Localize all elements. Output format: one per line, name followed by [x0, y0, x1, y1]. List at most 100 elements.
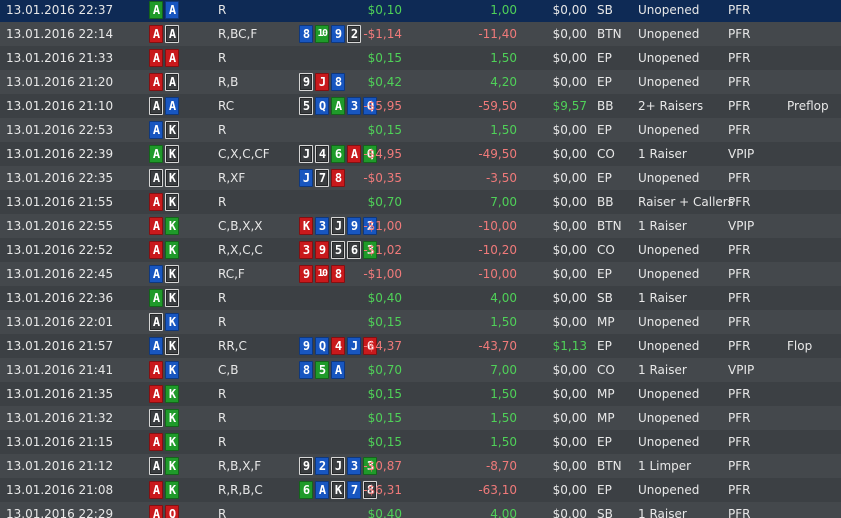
net-won: -$0,35 [363, 171, 402, 185]
card: A [165, 49, 179, 67]
allin-ev: $0,00 [552, 315, 587, 329]
position: EP [597, 435, 612, 449]
card: 3 [315, 217, 329, 235]
net-won: -$1,14 [363, 27, 402, 41]
net-bb: -3,50 [485, 171, 517, 185]
table-row[interactable]: 13.01.2016 22:35 A K R,XF J 7 8 -$0,35 -3,50 $0,0… [0, 166, 841, 190]
table-row[interactable]: 13.01.2016 22:53 A K R $0,15 1,50 $0,00 EP Unope… [0, 118, 841, 142]
hand-date: 13.01.2016 22:14 [6, 27, 114, 41]
hole-cards: AK [149, 385, 181, 403]
net-won: -$1,00 [363, 219, 402, 233]
table-row[interactable]: 13.01.2016 22:39 A K C,X,C,CF J 4 6 A Q -$4,95 -49… [0, 142, 841, 166]
pf-type: PFR [728, 123, 751, 137]
hole-cards: AA [149, 73, 181, 91]
allin-ev: $0,00 [552, 3, 587, 17]
hand-date: 13.01.2016 21:41 [6, 363, 114, 377]
hole-cards: AK [149, 169, 181, 187]
table-row[interactable]: 13.01.2016 22:37 A A R $0,10 1,00 $0,00 SB Unope… [0, 0, 841, 22]
table-row[interactable]: 13.01.2016 21:35 A K R $0,15 1,50 $0,00 MP Unope… [0, 382, 841, 406]
pf-type: PFR [728, 459, 751, 473]
hand-date: 13.01.2016 21:20 [6, 75, 114, 89]
table-row[interactable]: 13.01.2016 22:14 A A R,BC,F 8 10 9 2 -$1,14 -11,4… [0, 22, 841, 46]
table-row[interactable]: 13.01.2016 21:10 A A RC 5 Q A 3 Q -$5,95 -59,50 $9,… [0, 94, 841, 118]
card: A [149, 241, 163, 259]
hole-cards: AK [149, 145, 181, 163]
card: 6 [299, 481, 313, 499]
position: EP [597, 483, 612, 497]
pf-type: VPIP [728, 147, 755, 161]
allin-ev: $0,00 [552, 507, 587, 518]
position: BTN [597, 219, 622, 233]
pf-type: PFR [728, 51, 751, 65]
card: A [149, 25, 163, 43]
net-bb: 1,50 [490, 123, 517, 137]
pf-type: PFR [728, 195, 751, 209]
table-row[interactable]: 13.01.2016 22:01 A K R $0,15 1,50 $0,00 MP Unope… [0, 310, 841, 334]
table-row[interactable]: 13.01.2016 21:32 A K R $0,15 1,50 $0,00 MP Unope… [0, 406, 841, 430]
table-row[interactable]: 13.01.2016 21:08 A K R,R,B,C 6 A K 7 8 -$6,31 -63,… [0, 478, 841, 502]
position: MP [597, 315, 615, 329]
table-row[interactable]: 13.01.2016 22:29 A Q R $0,40 4,00 $0,00 SB 1 Rai… [0, 502, 841, 518]
table-row[interactable]: 13.01.2016 21:41 A K C,B 8 5 A $0,70 7,00 $0,00 CO… [0, 358, 841, 382]
card: 4 [331, 337, 345, 355]
card: A [331, 361, 345, 379]
table-row[interactable]: 13.01.2016 21:15 A K R $0,15 1,50 $0,00 EP Unope… [0, 430, 841, 454]
allin-ev: $0,00 [552, 123, 587, 137]
preflop-action: Unopened [638, 243, 700, 257]
net-won: $0,15 [367, 435, 402, 449]
table-row[interactable]: 13.01.2016 22:45 A K RC,F 9 10 8 -$1,00 -10,00 $0… [0, 262, 841, 286]
card: A [149, 433, 163, 451]
net-won: -$1,02 [363, 243, 402, 257]
table-row[interactable]: 13.01.2016 21:57 A K RR,C 9 Q 4 J 6 -$4,37 -43,70 $… [0, 334, 841, 358]
net-won: $0,15 [367, 51, 402, 65]
net-won: -$1,00 [363, 267, 402, 281]
hole-cards: AK [149, 457, 181, 475]
net-won: -$5,95 [363, 99, 402, 113]
action-sequence: R [218, 435, 227, 449]
hole-cards: AK [149, 217, 181, 235]
table-row[interactable]: 13.01.2016 21:20 A A R,B 9 J 8 $0,42 4,20 $0,00 EP… [0, 70, 841, 94]
pf-type: PFR [728, 267, 751, 281]
table-row[interactable]: 13.01.2016 21:55 A K R $0,70 7,00 $0,00 BB Raise… [0, 190, 841, 214]
position: BB [597, 99, 614, 113]
table-row[interactable]: 13.01.2016 21:12 A K R,B,X,F 9 2 J 3 3 -$0,87 -8,7… [0, 454, 841, 478]
card: A [315, 481, 329, 499]
hole-cards: AQ [149, 505, 181, 518]
action-sequence: R [218, 3, 227, 17]
card: K [165, 121, 179, 139]
card: A [149, 409, 163, 427]
table-row[interactable]: 13.01.2016 22:55 A K C,B,X,X K 3 J 9 2 -$1,00 -10,… [0, 214, 841, 238]
net-won: -$0,87 [363, 459, 402, 473]
hole-cards: AK [149, 241, 181, 259]
net-won: $0,40 [367, 507, 402, 518]
card: 10 [315, 25, 329, 43]
hole-cards: AK [149, 121, 181, 139]
card: K [165, 385, 179, 403]
hand-date: 13.01.2016 21:12 [6, 459, 114, 473]
action-sequence: R,B [218, 75, 239, 89]
card: 10 [315, 265, 329, 283]
position: CO [597, 147, 615, 161]
table-row[interactable]: 13.01.2016 22:36 A K R $0,40 4,00 $0,00 SB 1 Rai… [0, 286, 841, 310]
pf-type: PFR [728, 339, 751, 353]
allin-ev: $0,00 [552, 147, 587, 161]
card: K [165, 313, 179, 331]
card: Q [165, 505, 179, 518]
card: K [165, 457, 179, 475]
net-won: $0,15 [367, 123, 402, 137]
position: MP [597, 411, 615, 425]
allin-ev: $0,00 [552, 483, 587, 497]
table-row[interactable]: 13.01.2016 21:33 A A R $0,15 1,50 $0,00 EP Unope… [0, 46, 841, 70]
card: K [165, 409, 179, 427]
action-sequence: R [218, 195, 227, 209]
net-bb: -11,40 [478, 27, 517, 41]
card: 6 [347, 241, 361, 259]
action-sequence: C,B,X,X [218, 219, 263, 233]
hole-cards: AK [149, 361, 181, 379]
net-bb: -49,50 [478, 147, 517, 161]
net-bb: -63,10 [478, 483, 517, 497]
net-bb: -10,00 [478, 219, 517, 233]
position: EP [597, 267, 612, 281]
preflop-action: Unopened [638, 171, 700, 185]
table-row[interactable]: 13.01.2016 22:52 A K R,X,C,C 3 9 5 6 3 -$1,02 -10,… [0, 238, 841, 262]
